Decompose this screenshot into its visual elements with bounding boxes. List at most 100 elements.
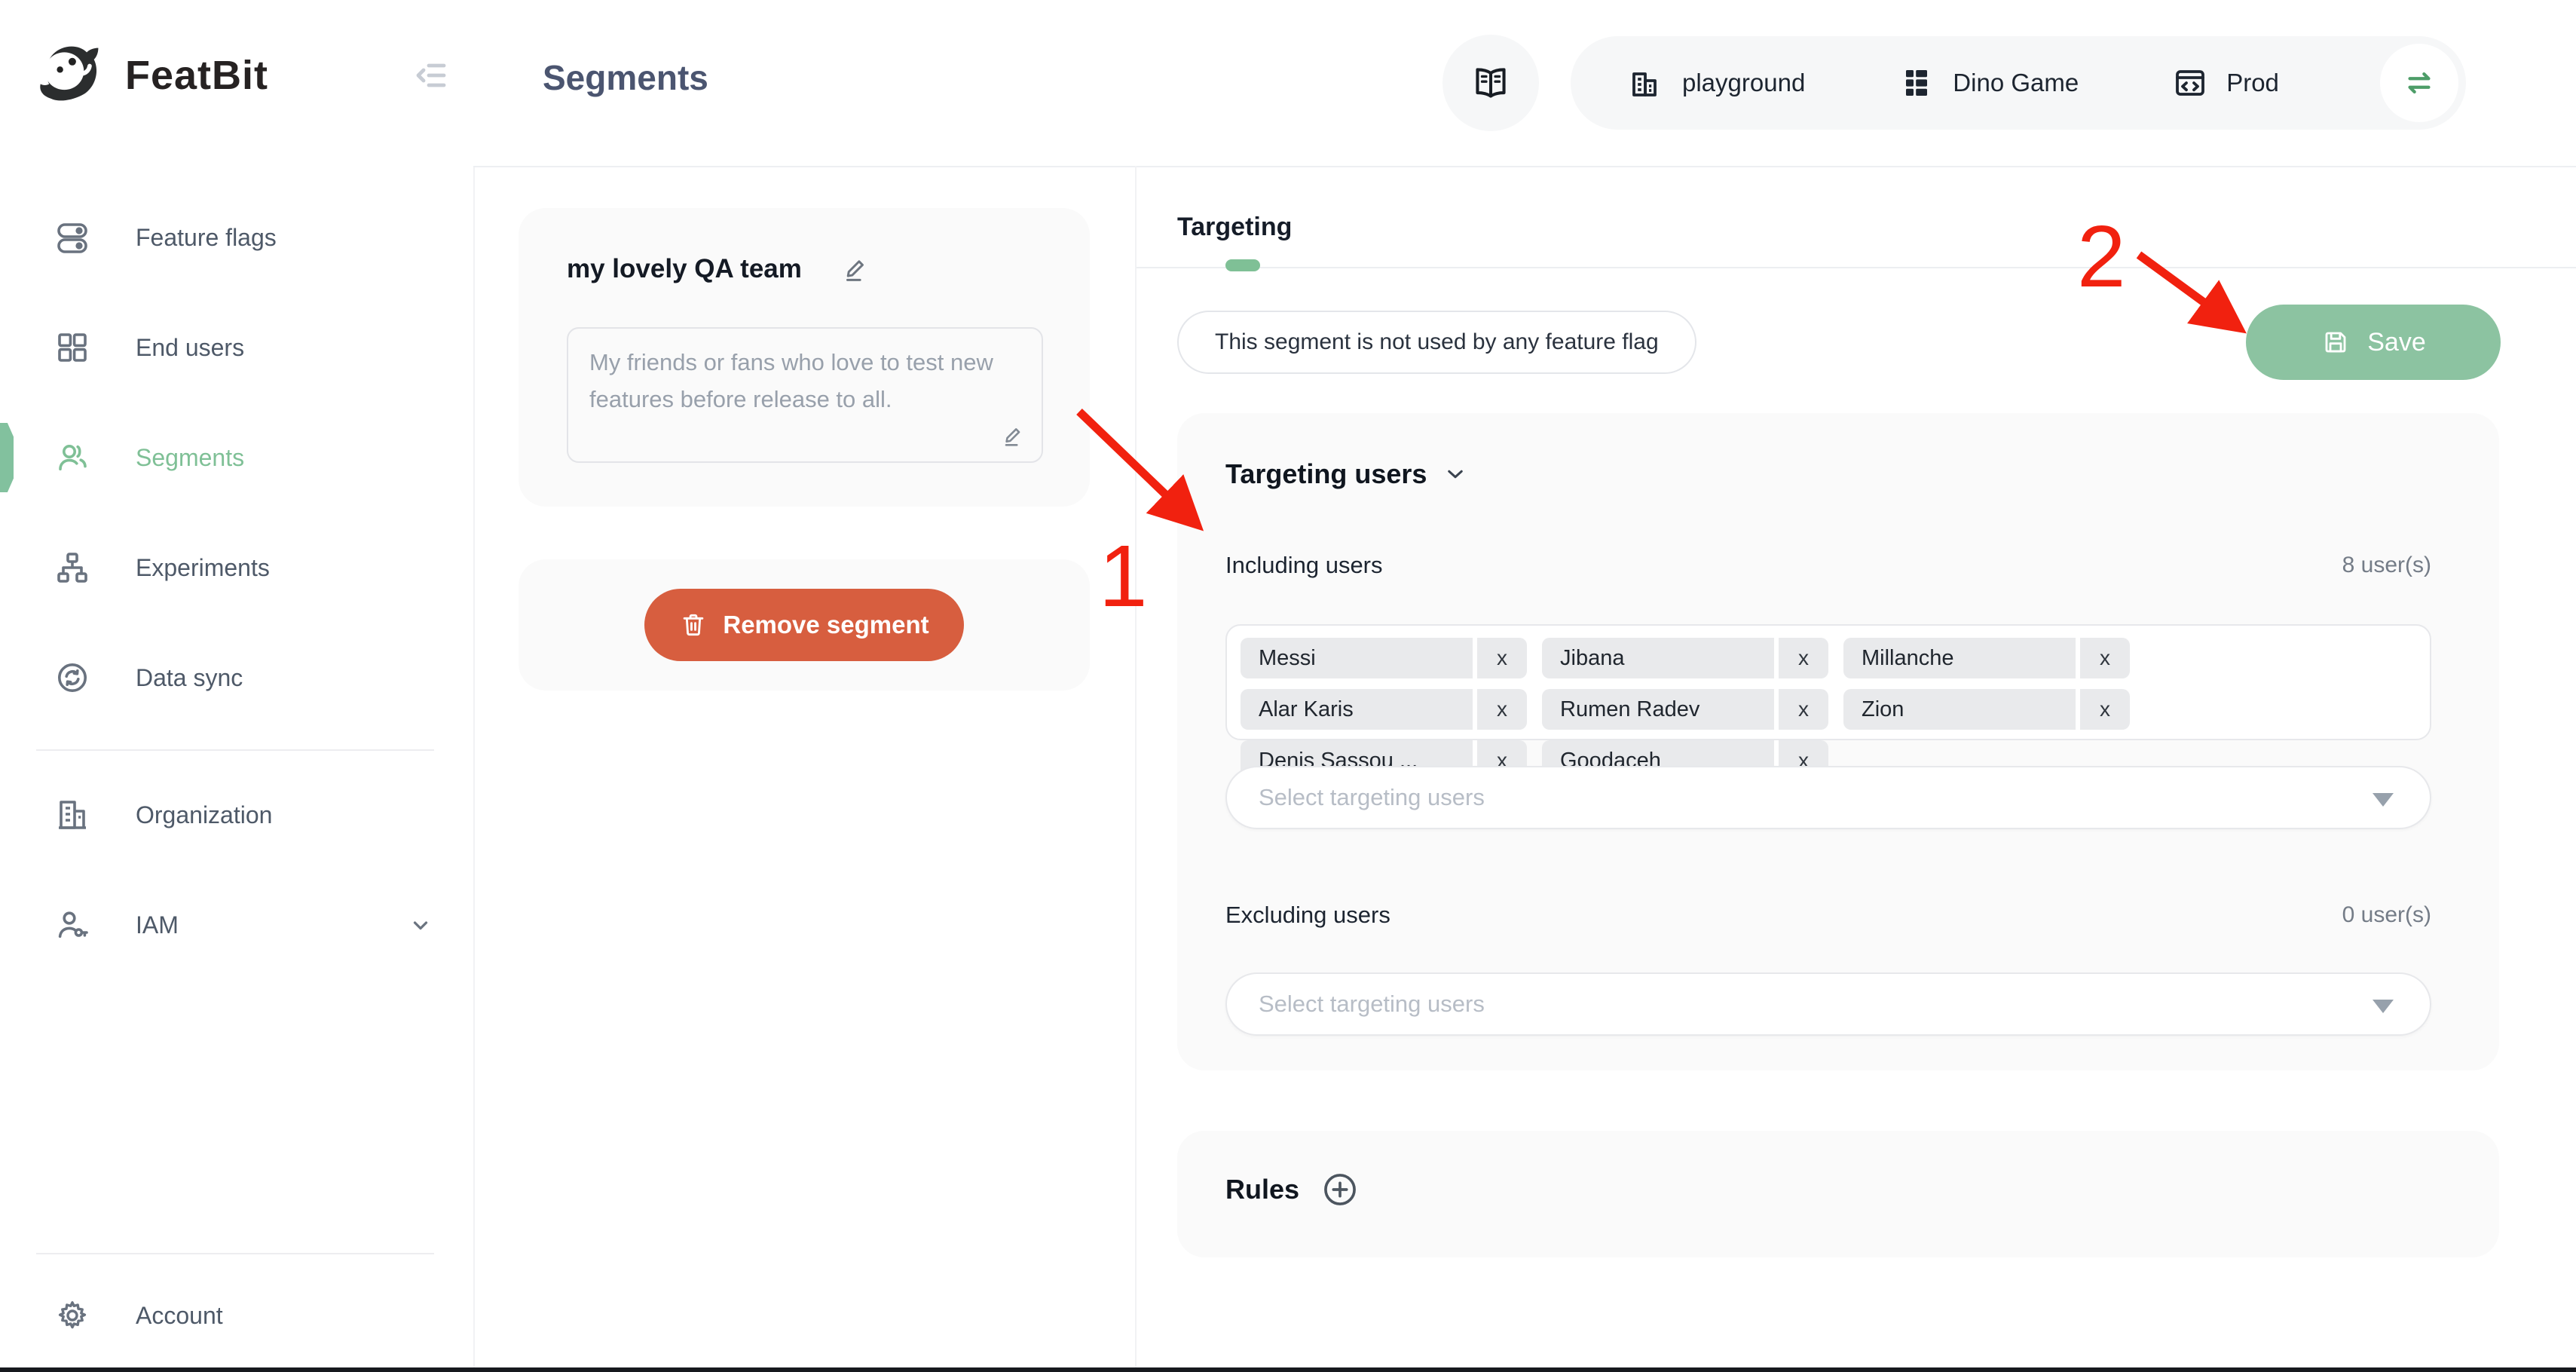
- project-selector[interactable]: playground: [1628, 65, 1805, 101]
- remove-user-icon[interactable]: x: [1774, 638, 1828, 678]
- remove-user-icon[interactable]: x: [1473, 689, 1527, 730]
- grid-icon: [54, 329, 90, 366]
- stack-icon: [1898, 65, 1935, 101]
- targeting-users-header[interactable]: Targeting users: [1225, 458, 1469, 490]
- active-indicator: [0, 423, 14, 492]
- including-users-count: 8 user(s): [2342, 553, 2431, 578]
- docs-button[interactable]: [1442, 35, 1539, 131]
- trash-icon: [679, 611, 708, 639]
- page-title: Segments: [543, 57, 708, 98]
- sidebar-item-label: Data sync: [136, 664, 243, 692]
- chevron-down-icon: [1442, 461, 1469, 488]
- annotation-step-1: 1: [1099, 527, 1148, 625]
- logo-row: FeatBit: [36, 33, 452, 118]
- excluding-users-count: 0 user(s): [2342, 902, 2431, 928]
- segment-name: my lovely QA team: [567, 254, 802, 284]
- window-bottom-edge: [0, 1367, 2576, 1372]
- remove-segment-button[interactable]: Remove segment: [644, 589, 964, 661]
- book-icon: [1470, 63, 1511, 103]
- sidebar-item-experiments[interactable]: Experiments: [0, 513, 473, 623]
- sidebar-item-account[interactable]: Account: [0, 1260, 473, 1370]
- add-rule-icon[interactable]: [1320, 1170, 1360, 1209]
- featbit-logo-icon: [36, 41, 106, 110]
- remove-user-icon[interactable]: x: [2076, 689, 2130, 730]
- including-users-row: Including users 8 user(s): [1225, 552, 2431, 579]
- save-label: Save: [2367, 328, 2426, 357]
- user-key-icon: [54, 907, 90, 943]
- project-env-switcher: playground Dino Game: [1571, 36, 2466, 130]
- sidebar-item-label: Account: [136, 1302, 223, 1330]
- targeting-users-title: Targeting users: [1225, 458, 1427, 490]
- user-chip: Zion x: [1843, 689, 2130, 730]
- annotation-arrow-2: [2139, 255, 2234, 324]
- segment-title-row: my lovely QA team: [567, 253, 871, 285]
- sidebar-divider: [36, 1253, 434, 1254]
- code-window-icon: [2172, 65, 2208, 101]
- caret-down-icon: [2373, 793, 2394, 807]
- sync-icon: [54, 660, 90, 696]
- chevron-down-icon: [407, 911, 434, 939]
- user-chip: Millanche x: [1843, 638, 2130, 678]
- featbit-app: FeatBit Feature flags: [0, 0, 2576, 1372]
- remove-user-icon[interactable]: x: [1774, 689, 1828, 730]
- sidebar-item-feature-flags[interactable]: Feature flags: [0, 182, 473, 292]
- status-text: This segment is not used by any feature …: [1215, 329, 1659, 355]
- user-chip: Alar Karis x: [1241, 689, 1527, 730]
- sidebar-item-label: Experiments: [136, 554, 270, 582]
- targeting-users-panel: Targeting users Including users 8 user(s…: [1177, 413, 2499, 1070]
- env-selector[interactable]: Prod: [2172, 65, 2279, 101]
- active-tab-indicator: [1225, 259, 1260, 271]
- including-users-label: Including users: [1225, 552, 1383, 579]
- collapse-sidebar-icon[interactable]: [410, 54, 452, 96]
- edit-description-icon[interactable]: [999, 422, 1026, 449]
- remove-user-icon[interactable]: x: [1473, 638, 1527, 678]
- excluding-users-select[interactable]: Select targeting users: [1225, 972, 2431, 1036]
- tab-underline: [1137, 267, 2576, 268]
- excluding-users-label: Excluding users: [1225, 902, 1390, 929]
- sidebar-item-label: Segments: [136, 444, 244, 472]
- building-icon: [54, 797, 90, 833]
- sidebar-secondary-nav: Organization IAM: [0, 760, 473, 980]
- sidebar-nav: Feature flags End users: [0, 182, 473, 733]
- segment-description-input[interactable]: My friends or fans who love to test new …: [567, 327, 1043, 463]
- user-chip: Jibana x: [1542, 638, 1828, 678]
- segment-description-text: My friends or fans who love to test new …: [589, 349, 993, 412]
- gear-icon: [54, 1297, 90, 1334]
- sidebar-item-end-users[interactable]: End users: [0, 292, 473, 403]
- segments-user-icon: [54, 439, 90, 476]
- topbar: Segments playground: [473, 0, 2576, 167]
- product-selector[interactable]: Dino Game: [1898, 65, 2079, 101]
- sidebar-item-iam[interactable]: IAM: [0, 870, 473, 980]
- sidebar-item-label: Organization: [136, 801, 272, 829]
- tab-targeting[interactable]: Targeting: [1177, 213, 1292, 242]
- sidebar-item-segments[interactable]: Segments: [0, 403, 473, 513]
- sidebar: FeatBit Feature flags: [0, 0, 475, 1372]
- edit-name-icon[interactable]: [840, 253, 871, 285]
- user-chip: Messi x: [1241, 638, 1527, 678]
- rules-title: Rules: [1225, 1174, 1299, 1205]
- remove-segment-label: Remove segment: [723, 611, 929, 639]
- brand-name: FeatBit: [125, 52, 268, 99]
- remove-user-icon[interactable]: x: [2076, 638, 2130, 678]
- sidebar-item-label: IAM: [136, 911, 179, 939]
- sidebar-item-data-sync[interactable]: Data sync: [0, 623, 473, 733]
- segment-usage-status: This segment is not used by any feature …: [1177, 311, 1696, 374]
- sidebar-item-organization[interactable]: Organization: [0, 760, 473, 870]
- caret-down-icon: [2373, 1000, 2394, 1013]
- select-placeholder: Select targeting users: [1227, 974, 2430, 1034]
- env-name: Prod: [2226, 69, 2279, 97]
- buildings-icon: [1628, 65, 1664, 101]
- user-chip: Rumen Radev x: [1542, 689, 1828, 730]
- save-button[interactable]: Save: [2246, 305, 2501, 380]
- sidebar-account-nav: Account: [0, 1260, 473, 1370]
- segment-info-card: my lovely QA team My friends or fans who…: [519, 208, 1090, 507]
- including-users-chips: Messi x Jibana x Millanche x Alar Karis …: [1225, 624, 2431, 740]
- sitemap-icon: [54, 550, 90, 586]
- content-divider: [1135, 166, 1137, 1372]
- including-users-select[interactable]: Select targeting users: [1225, 766, 2431, 829]
- project-name: playground: [1682, 69, 1805, 97]
- switch-env-button[interactable]: [2380, 44, 2458, 122]
- annotation-step-2: 2: [2077, 207, 2126, 305]
- sidebar-item-label: End users: [136, 334, 244, 362]
- select-placeholder: Select targeting users: [1227, 767, 2430, 828]
